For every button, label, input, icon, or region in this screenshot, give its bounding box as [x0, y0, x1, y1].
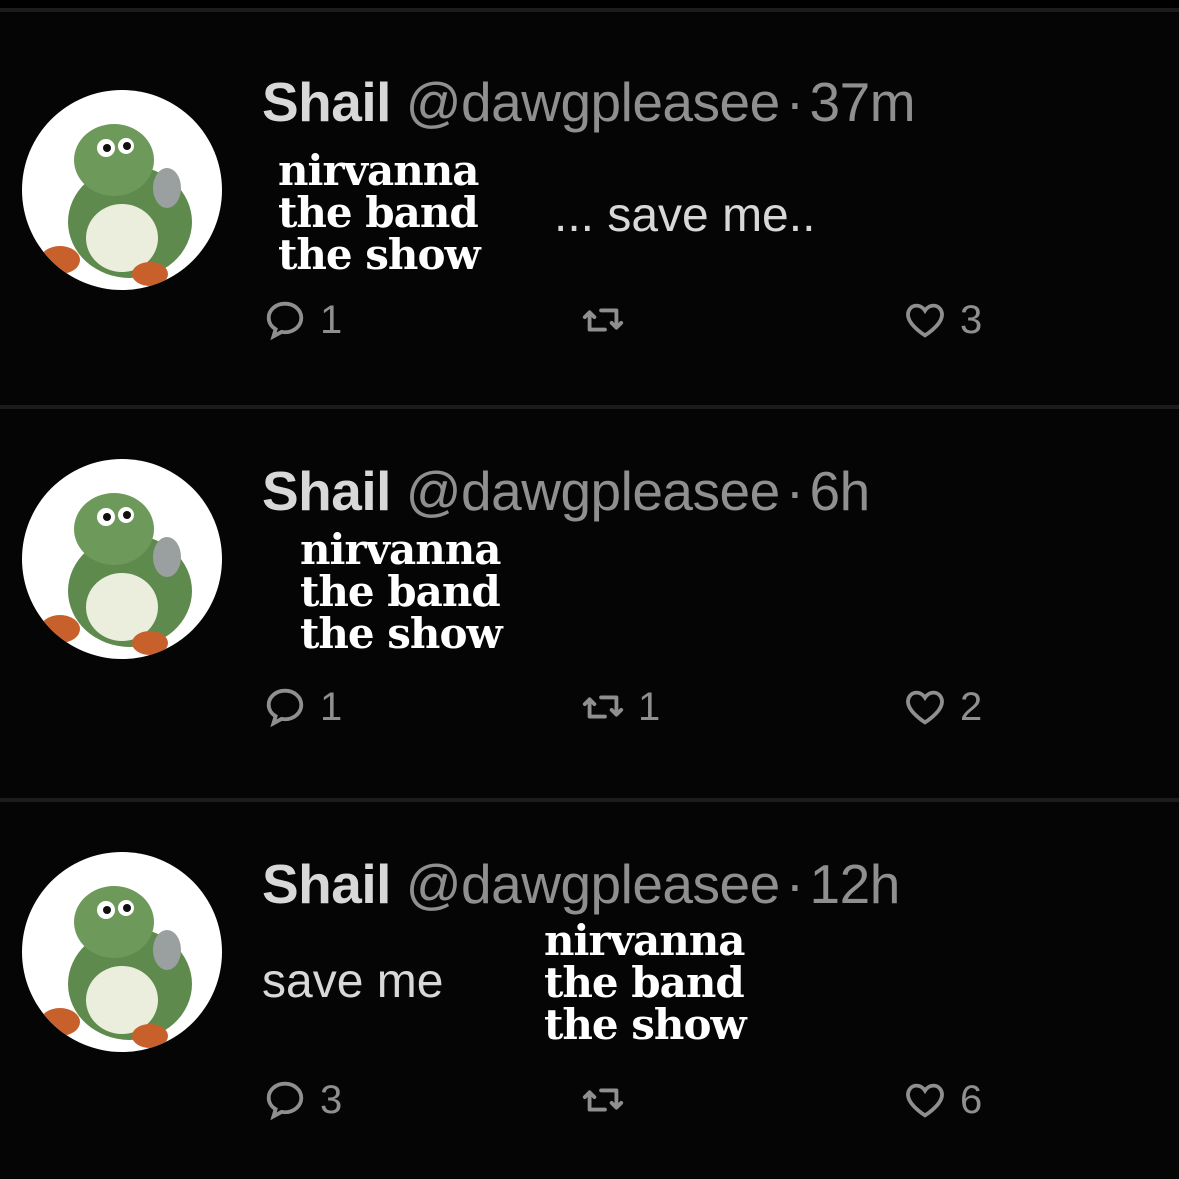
timestamp[interactable]: 12h: [810, 853, 901, 915]
retweet-icon: [582, 308, 624, 332]
tweet-actions: 3 6: [262, 1070, 1062, 1130]
display-name[interactable]: Shail: [262, 460, 391, 522]
overlay-caption: nirvanna the band the show: [544, 916, 747, 1049]
overlay-line: the band: [544, 958, 745, 1007]
reply-bubble-icon: [266, 1081, 304, 1121]
overlay-line: the show: [278, 230, 481, 279]
tweet-actions: 1 3: [262, 290, 1062, 350]
heart-icon: [906, 690, 944, 725]
green-dinosaur-avatar-icon: [40, 493, 192, 655]
retweet-icon: [582, 1088, 624, 1112]
green-dinosaur-avatar-icon: [40, 124, 192, 286]
separator-dot: ·: [785, 853, 804, 915]
tweet-text: ... save me..: [554, 189, 816, 242]
avatar[interactable]: [22, 90, 222, 290]
tweet-actions: 1 1 2: [262, 677, 1062, 737]
reply-count: 3: [320, 1077, 343, 1122]
reply-button[interactable]: 1: [262, 290, 342, 350]
retweet-count: 1: [638, 684, 661, 729]
like-count: 2: [960, 684, 983, 729]
like-count: 6: [960, 1077, 983, 1122]
like-button[interactable]: 6: [902, 1070, 982, 1130]
retweet-icon: [582, 695, 624, 719]
like-button[interactable]: 2: [902, 677, 982, 737]
overlay-line: nirvanna: [544, 916, 746, 965]
overlay-line: the show: [300, 609, 503, 658]
tweet-text: save me: [262, 955, 444, 1008]
handle[interactable]: @dawgpleasee: [406, 71, 780, 133]
tweet-3[interactable]: Shail @dawgpleasee · 12h save me nirvanna …: [0, 802, 1179, 1179]
timestamp[interactable]: 6h: [810, 460, 871, 522]
like-button[interactable]: 3: [902, 290, 982, 350]
overlay-line: nirvanna: [278, 146, 480, 195]
avatar[interactable]: [22, 459, 222, 659]
reply-count: 1: [320, 297, 343, 342]
overlay-line: the show: [544, 1000, 747, 1049]
retweet-button[interactable]: 1: [580, 677, 660, 737]
avatar[interactable]: [22, 852, 222, 1052]
heart-icon: [906, 1083, 944, 1118]
reply-count: 1: [320, 684, 343, 729]
separator-dot: ·: [785, 71, 804, 133]
handle[interactable]: @dawgpleasee: [406, 460, 780, 522]
overlay-line: the band: [300, 567, 501, 616]
heart-icon: [906, 303, 944, 338]
reply-bubble-icon: [266, 301, 304, 341]
display-name[interactable]: Shail: [262, 853, 391, 915]
separator-dot: ·: [785, 460, 804, 522]
reply-button[interactable]: 3: [262, 1070, 342, 1130]
tweet-header: Shail @dawgpleasee · 37m: [262, 71, 916, 133]
tweet-header: Shail @dawgpleasee · 6h: [262, 461, 870, 521]
retweet-button[interactable]: [580, 290, 638, 350]
handle[interactable]: @dawgpleasee: [406, 853, 780, 915]
tweet-1[interactable]: Shail @dawgpleasee · 37m nirvanna the band…: [0, 12, 1179, 405]
overlay-line: the band: [278, 188, 479, 237]
timestamp[interactable]: 37m: [810, 71, 916, 133]
reply-bubble-icon: [266, 688, 304, 728]
like-count: 3: [960, 297, 983, 342]
retweet-button[interactable]: [580, 1070, 638, 1130]
reply-button[interactable]: 1: [262, 677, 342, 737]
overlay-line: nirvanna: [300, 525, 502, 574]
overlay-caption: nirvanna the band the show: [300, 525, 503, 658]
overlay-caption: nirvanna the band the show: [278, 146, 481, 279]
green-dinosaur-avatar-icon: [40, 886, 192, 1048]
tweet-header: Shail @dawgpleasee · 12h: [262, 854, 900, 914]
display-name[interactable]: Shail: [262, 71, 391, 133]
tweet-2[interactable]: Shail @dawgpleasee · 6h nirvanna the band …: [0, 409, 1179, 798]
